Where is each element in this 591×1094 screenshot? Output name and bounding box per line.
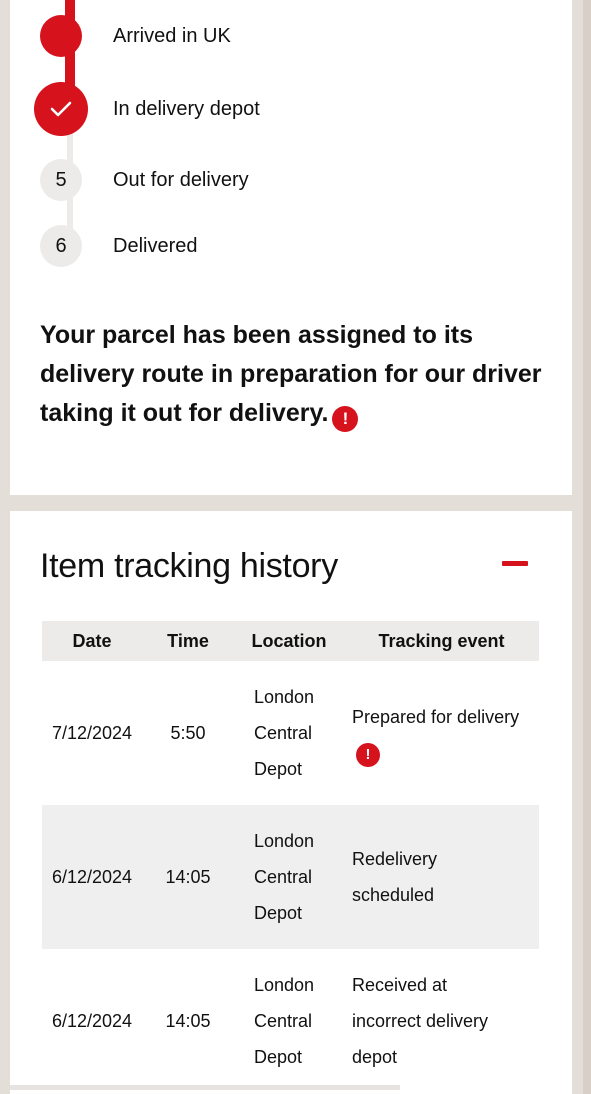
table-row: 7/12/2024 5:50 London Central Depot Prep… [42,661,539,805]
step-delivered: 6 Delivered [40,225,197,267]
step-number: 5 [40,159,82,201]
step-label: Delivered [113,234,198,257]
event-line: incorrect delivery [352,1011,489,1031]
location-line: Central [254,723,313,743]
step-complete-dot [40,15,82,57]
step-label: Out for delivery [113,168,249,191]
table-row: 6/12/2024 14:05 London Central Depot Rec… [42,949,539,1093]
location-cell: London Central Depot [234,661,344,805]
info-icon[interactable]: ! [356,743,380,767]
location-line: London [254,831,315,851]
scroll-indicator [10,1085,400,1090]
location-line: Central [254,867,313,887]
location-line: Depot [254,903,303,923]
step-out-for-delivery: 5 Out for delivery [40,159,249,201]
event-cell: Redelivery scheduled [344,805,539,949]
location-line: London [254,975,315,995]
location-line: Depot [254,759,303,779]
step-label: In delivery depot [113,97,260,120]
location-line: Depot [254,1047,303,1067]
check-icon [34,82,88,136]
tracking-history-table: Date Time Location Tracking event 7/12/2… [42,621,539,1093]
page-edge [583,0,591,1094]
step-number: 6 [40,225,82,267]
step-label: Arrived in UK [113,24,231,47]
event-line: Prepared for delivery [352,707,520,727]
column-header-time: Time [142,621,234,661]
time-cell: 14:05 [142,805,234,949]
event-line: scheduled [352,885,435,905]
event-line: depot [352,1047,398,1067]
event-line: Received at [352,975,448,995]
progress-card: Arrived in UK In delivery depot 5 Out fo… [10,0,572,495]
column-header-date: Date [42,621,142,661]
time-cell: 5:50 [170,723,206,743]
time-cell: 14:05 [165,1011,211,1031]
date-cell: 6/12/2024 [51,1011,133,1031]
info-icon[interactable]: ! [332,405,359,432]
date-cell: 7/12/2024 [51,723,133,743]
event-cell: Received at incorrect delivery depot [344,949,539,1093]
status-message: Your parcel has been assigned to its del… [40,316,560,433]
location-cell: London Central Depot [234,949,344,1093]
status-message-text: Your parcel has been assigned to its del… [40,321,542,427]
event-line: Redelivery [352,849,438,869]
section-title: Item tracking history [40,547,338,585]
location-line: Central [254,1011,313,1031]
column-header-event: Tracking event [344,621,539,661]
event-cell: Prepared for delivery ! [344,661,539,805]
location-line: London [254,687,315,707]
tracking-history-card: Item tracking history Date Time Location… [10,511,572,1094]
collapse-icon[interactable] [502,561,528,566]
table-row: 6/12/2024 14:05 London Central Depot Red… [42,805,539,949]
date-cell: 6/12/2024 [42,805,142,949]
step-arrived-in-uk: Arrived in UK [40,15,231,57]
step-in-delivery-depot: In delivery depot [34,82,260,136]
column-header-location: Location [234,621,344,661]
location-cell: London Central Depot [234,805,344,949]
